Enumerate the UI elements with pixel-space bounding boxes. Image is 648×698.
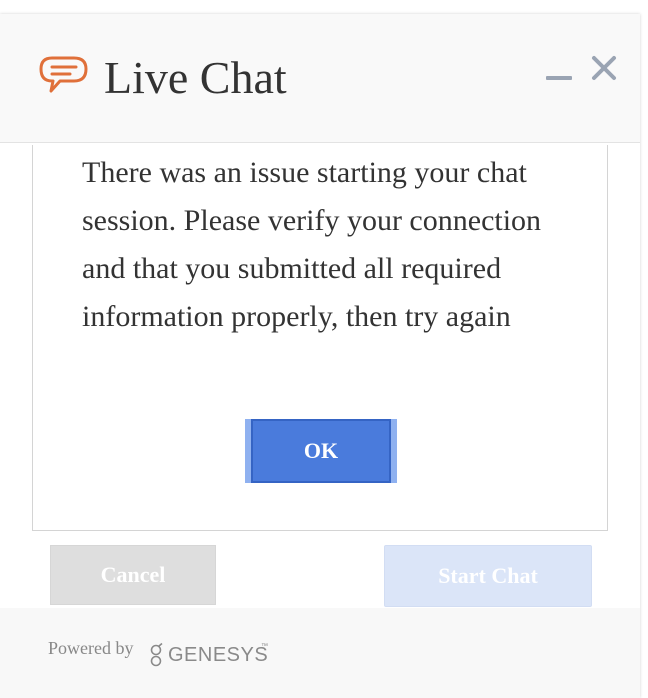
page-right-edge	[640, 14, 648, 698]
chat-header: Live Chat	[0, 14, 640, 143]
page-top-edge	[0, 0, 648, 14]
trademark-symbol: ™	[261, 643, 268, 650]
chat-body: There was an issue starting your chat se…	[0, 143, 640, 608]
genesys-logo: GENESYS ™	[148, 638, 268, 672]
minimize-icon[interactable]	[546, 76, 572, 80]
close-icon[interactable]	[590, 54, 618, 82]
chat-bubble-icon	[38, 54, 90, 100]
chat-footer: Powered by GENESYS ™	[0, 608, 640, 698]
start-chat-button[interactable]: Start Chat	[384, 545, 592, 607]
genesys-brand-text: GENESYS	[168, 644, 269, 666]
powered-by-label: Powered by	[48, 638, 134, 658]
cancel-button[interactable]: Cancel	[50, 545, 216, 605]
genesys-mark-icon	[148, 642, 164, 668]
error-dialog: There was an issue starting your chat se…	[32, 145, 608, 531]
chat-widget: Live Chat There was an issue starting yo…	[0, 14, 640, 698]
chat-title: Live Chat	[104, 52, 287, 103]
error-message: There was an issue starting your chat se…	[82, 156, 542, 333]
ok-button[interactable]: OK	[245, 419, 397, 483]
